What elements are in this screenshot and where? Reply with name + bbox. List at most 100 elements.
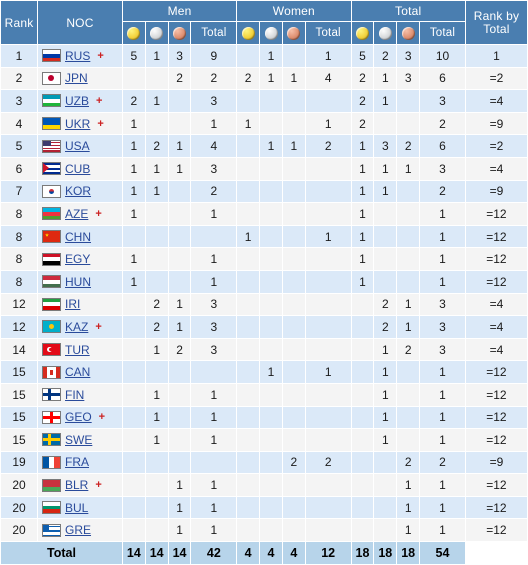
cell-total-silver <box>373 450 398 475</box>
table-row: 8 EGY 1 1 1 1 =12 <box>0 247 528 271</box>
cell-noc: BLR + <box>37 473 123 497</box>
noc-link[interactable]: AZE <box>65 207 88 221</box>
noc-link[interactable]: BLR <box>65 478 88 492</box>
noc-link[interactable]: CAN <box>65 365 90 379</box>
table-row: 6 CUB 1 1 1 3 1 1 1 3 =4 <box>0 156 528 181</box>
header-women-bronze[interactable] <box>281 21 306 45</box>
cell-women-gold <box>236 247 261 271</box>
cell-rank: 15 <box>0 428 38 452</box>
noc-link[interactable]: KOR <box>65 184 91 198</box>
header-men-bronze[interactable] <box>167 21 192 45</box>
noc-link[interactable]: TUR <box>65 343 90 357</box>
cell-rank: 20 <box>0 473 38 497</box>
cell-total-total: 6 <box>419 134 466 158</box>
cell-rank-by-total: 1 <box>464 44 528 68</box>
cell-total-bronze <box>396 428 421 452</box>
cell-total-silver: 1 <box>373 156 398 181</box>
table-row: 14 TUR 1 2 3 1 2 3 =4 <box>0 337 528 362</box>
cell-total-gold: 1 <box>350 247 375 271</box>
noc-link[interactable]: GRE <box>65 523 91 537</box>
noc-link[interactable]: IRI <box>65 297 80 311</box>
flag-icon-fra <box>42 455 61 469</box>
cell-women-gold <box>236 179 261 204</box>
cell-men-silver: 2 <box>144 292 169 317</box>
header-women-total[interactable]: Total <box>304 21 352 45</box>
cell-women-total <box>304 179 352 204</box>
cell-total-total: 1 <box>419 382 466 407</box>
header-total-bronze[interactable] <box>396 21 421 45</box>
cell-rank-by-total: =12 <box>464 360 528 384</box>
cell-men-total: 3 <box>190 315 238 339</box>
cell-men-total: 3 <box>190 337 238 362</box>
header-total-total[interactable]: Total <box>419 21 466 45</box>
header-women-silver[interactable] <box>259 21 283 45</box>
header-rank[interactable]: Rank <box>0 0 38 45</box>
cell-men-gold: 2 <box>121 89 146 113</box>
cell-noc: JPN <box>37 66 123 91</box>
cell-total-bronze <box>396 360 421 384</box>
cell-men-bronze <box>167 405 192 430</box>
cell-men-gold <box>121 292 146 317</box>
cell-total-bronze: 3 <box>396 44 421 68</box>
cell-men-gold <box>121 315 146 339</box>
noc-link[interactable]: FRA <box>65 455 89 469</box>
host-marker: + <box>96 94 103 107</box>
cell-total-silver: 2 <box>373 44 398 68</box>
cell-total-total: 1 <box>419 224 466 249</box>
header-noc[interactable]: NOC <box>37 0 123 45</box>
noc-link[interactable]: HUN <box>65 275 91 289</box>
noc-link[interactable]: JPN <box>65 71 88 85</box>
cell-men-gold: 1 <box>121 269 146 294</box>
cell-rank: 7 <box>0 179 38 204</box>
cell-total-silver: 1 <box>373 179 398 204</box>
noc-link[interactable]: CHN <box>65 230 91 244</box>
header-men-silver[interactable] <box>144 21 169 45</box>
header-total-gold[interactable] <box>350 21 375 45</box>
noc-link[interactable]: EGY <box>65 252 90 266</box>
cell-men-total <box>190 360 238 384</box>
cell-rank-by-total: =4 <box>464 315 528 339</box>
noc-link[interactable]: BUL <box>65 501 88 515</box>
cell-men-gold: 1 <box>121 156 146 181</box>
cell-total-total: 3 <box>419 89 466 113</box>
cell-women-bronze <box>281 473 306 497</box>
cell-rank: 12 <box>0 292 38 317</box>
noc-link[interactable]: UKR <box>65 117 90 131</box>
cell-rank-by-total: =2 <box>464 66 528 91</box>
cell-total-bronze <box>396 202 421 226</box>
cell-men-gold <box>121 405 146 430</box>
header-women-gold[interactable] <box>236 21 261 45</box>
cell-total-gold <box>350 337 375 362</box>
noc-link[interactable]: KAZ <box>65 320 88 334</box>
noc-link[interactable]: RUS <box>65 49 90 63</box>
noc-link[interactable]: USA <box>65 139 90 153</box>
table-row: 15 SWE 1 1 1 1 =12 <box>0 428 528 452</box>
noc-link[interactable]: GEO <box>65 410 92 424</box>
cell-men-bronze <box>167 382 192 407</box>
cell-total-gold <box>350 360 375 384</box>
cell-women-bronze <box>281 337 306 362</box>
noc-link[interactable]: SWE <box>65 433 92 447</box>
noc-link[interactable]: CUB <box>65 162 90 176</box>
flag-icon-fin <box>42 388 61 402</box>
cell-rank: 15 <box>0 382 38 407</box>
silver-medal-icon <box>264 27 278 41</box>
cell-total-silver: 1 <box>373 360 398 384</box>
cell-total-gold <box>350 473 375 497</box>
cell-women-silver <box>259 382 283 407</box>
header-men-total[interactable]: Total <box>190 21 238 45</box>
header-rank-by-total[interactable]: Rank by Total <box>464 0 528 45</box>
noc-link[interactable]: UZB <box>65 94 89 108</box>
header-total-silver[interactable] <box>373 21 398 45</box>
cell-rank-by-total: =12 <box>464 269 528 294</box>
cell-total-silver <box>373 473 398 497</box>
cell-rank-by-total: =12 <box>464 473 528 497</box>
cell-total-gold: 1 <box>350 156 375 181</box>
header-men-gold[interactable] <box>121 21 146 45</box>
gold-medal-icon <box>355 27 369 41</box>
bronze-medal-icon <box>287 27 301 41</box>
cell-men-bronze <box>167 269 192 294</box>
noc-link[interactable]: FIN <box>65 388 84 402</box>
cell-women-silver <box>259 473 283 497</box>
cell-rank: 19 <box>0 450 38 475</box>
